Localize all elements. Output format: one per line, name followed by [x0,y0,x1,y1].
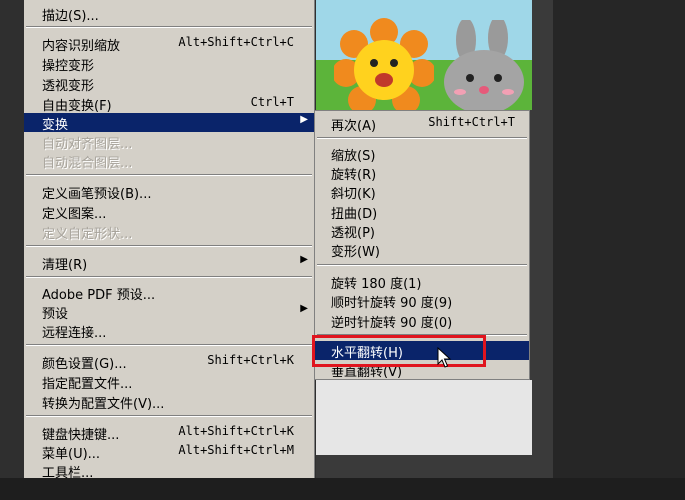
menu-item-label: 操控变形 [42,59,95,74]
submenu-item-skew[interactable]: 斜切(K) [315,182,529,202]
menu-item-label: 转换为配置文件(V)... [42,397,165,412]
menu-item-remote-connections[interactable]: 远程连接... [24,321,314,341]
menu-item-label: 内容识别缩放 [42,39,121,54]
menu-item-shortcut: Alt+Shift+Ctrl+C [178,35,294,49]
menu-item-assign-profile[interactable]: 指定配置文件... [24,372,314,392]
submenu-item-label: 缩放(S) [331,149,376,164]
submenu-arrow-icon: ▶ [300,114,308,125]
menu-separator [26,245,312,247]
menu-item-label: 描边(S)... [42,9,99,24]
menu-separator [26,174,312,176]
submenu-item-label: 变形(W) [331,245,380,260]
menu-item-label: 菜单(U)... [42,447,101,462]
menu-separator [26,26,312,28]
menu-item-label: 颜色设置(G)... [42,357,127,372]
menu-item-label: 工具栏... [42,466,94,481]
menu-item-stroke[interactable]: 描边(S)... [24,4,314,24]
menu-separator [26,415,312,417]
menu-item-label: 定义自定形状... [42,227,133,242]
document-image [316,0,532,110]
highlight-annotation-box [312,335,486,367]
menu-item-menus[interactable]: 菜单(U)... Alt+Shift+Ctrl+M [24,442,314,462]
menu-item-auto-blend-layers: 自动混合图层... [24,151,314,171]
menu-item-define-brush[interactable]: 定义画笔预设(B)... [24,182,314,202]
menu-item-label: 自由变换(F) [42,99,112,114]
menu-item-label: 透视变形 [42,79,95,94]
menu-item-label: 远程连接... [42,326,107,341]
menu-item-shortcut: Alt+Shift+Ctrl+M [178,443,294,457]
menu-item-shortcut: Alt+Shift+Ctrl+K [178,424,294,438]
menu-item-label: 变换 [42,118,69,133]
submenu-item-label: 斜切(K) [331,187,376,202]
menu-item-purge[interactable]: 清理(R) ▶ [24,253,314,273]
menu-item-toolbar[interactable]: 工具栏... [24,461,314,481]
submenu-item-distort[interactable]: 扭曲(D) [315,202,529,222]
menu-item-content-aware-scale[interactable]: 内容识别缩放 Alt+Shift+Ctrl+C [24,34,314,54]
menu-item-auto-align-layers: 自动对齐图层... [24,132,314,152]
submenu-item-rotate-90-cw[interactable]: 顺时针旋转 90 度(9) [315,291,529,311]
submenu-item-shortcut: Shift+Ctrl+T [428,115,515,129]
menu-item-transform[interactable]: 变换 ▶ [24,113,314,133]
mouse-pointer-icon [437,347,452,368]
submenu-separator [317,264,527,266]
submenu-item-perspective[interactable]: 透视(P) [315,221,529,241]
menu-item-define-pattern[interactable]: 定义图案... [24,202,314,222]
bottom-bar [0,478,685,500]
menu-item-label: 定义画笔预设(B)... [42,187,152,202]
blurred-region [316,380,532,455]
menu-item-presets[interactable]: 预设 ▶ [24,302,314,322]
menu-item-shortcut: Ctrl+T [250,95,294,109]
menu-item-convert-to-profile[interactable]: 转换为配置文件(V)... [24,392,314,412]
submenu-arrow-icon: ▶ [300,303,308,314]
menu-item-label: 预设 [42,307,69,322]
panel-strip [553,0,685,478]
submenu-item-label: 顺时针旋转 90 度(9) [331,296,453,311]
menu-item-shortcut: Shift+Ctrl+K [207,353,294,367]
menu-item-color-settings[interactable]: 颜色设置(G)... Shift+Ctrl+K [24,352,314,372]
bunny-character [444,20,524,110]
menu-item-define-custom-shape: 定义自定形状... [24,222,314,242]
submenu-item-rotate-180[interactable]: 旋转 180 度(1) [315,272,529,292]
menu-item-puppet-warp[interactable]: 操控变形 [24,54,314,74]
menu-separator [26,344,312,346]
menu-item-label: 自动对齐图层... [42,137,133,152]
menu-item-free-transform[interactable]: 自由变换(F) Ctrl+T [24,94,314,114]
submenu-arrow-icon: ▶ [300,254,308,265]
menu-item-perspective-warp[interactable]: 透视变形 [24,74,314,94]
sunflower-character [334,18,434,110]
menu-separator [26,276,312,278]
menu-item-label: 键盘快捷键... [42,428,120,443]
menu-item-label: 清理(R) [42,258,88,273]
submenu-item-again[interactable]: 再次(A) Shift+Ctrl+T [315,114,529,134]
menu-item-label: 自动混合图层... [42,156,133,171]
submenu-item-rotate[interactable]: 旋转(R) [315,163,529,183]
menu-item-label: Adobe PDF 预设... [42,288,156,303]
submenu-item-label: 扭曲(D) [331,207,378,222]
submenu-item-label: 旋转(R) [331,168,377,183]
submenu-item-label: 逆时针旋转 90 度(0) [331,316,453,331]
menu-item-label: 定义图案... [42,207,107,222]
menu-item-label: 指定配置文件... [42,377,133,392]
submenu-item-label: 透视(P) [331,226,375,241]
submenu-item-label: 旋转 180 度(1) [331,277,422,292]
menu-item-adobe-pdf-presets[interactable]: Adobe PDF 预设... [24,283,314,303]
submenu-separator [317,137,527,139]
submenu-item-scale[interactable]: 缩放(S) [315,144,529,164]
menu-item-keyboard-shortcuts[interactable]: 键盘快捷键... Alt+Shift+Ctrl+K [24,423,314,443]
submenu-item-warp[interactable]: 变形(W) [315,240,529,260]
edit-menu: 描边(S)... 内容识别缩放 Alt+Shift+Ctrl+C 操控变形 透视… [24,0,315,481]
submenu-item-rotate-90-ccw[interactable]: 逆时针旋转 90 度(0) [315,311,529,331]
submenu-item-label: 再次(A) [331,119,377,134]
